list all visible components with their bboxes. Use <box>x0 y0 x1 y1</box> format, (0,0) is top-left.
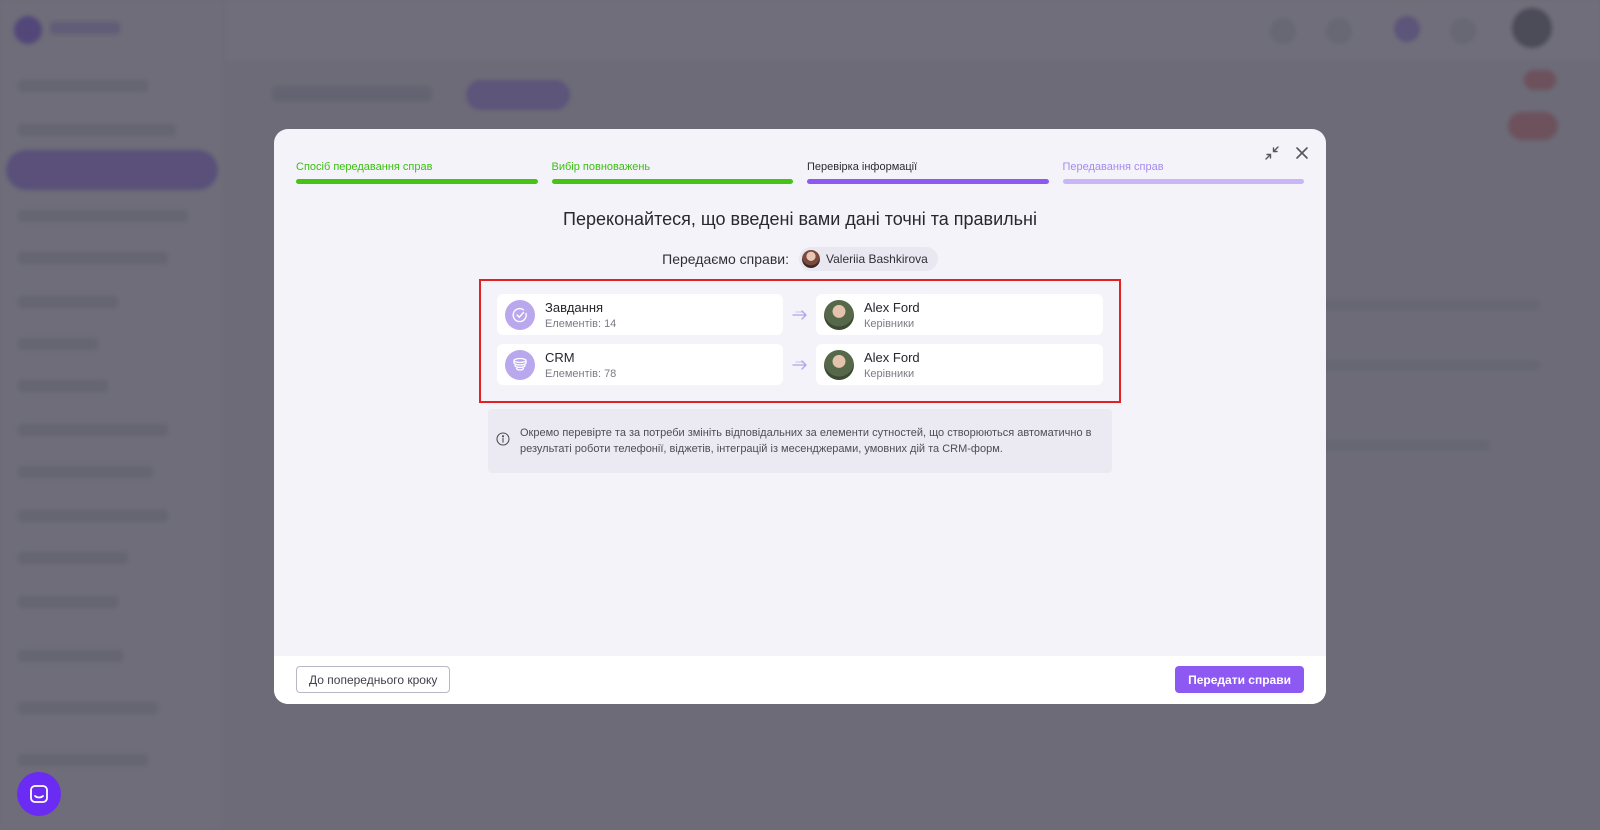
submit-transfer-button[interactable]: Передати справи <box>1175 666 1304 693</box>
transfer-modal: Спосіб передавання справ Вибір повноваже… <box>274 129 1326 704</box>
step-progress-bar <box>807 179 1049 184</box>
chat-widget-button[interactable] <box>17 772 61 816</box>
entity-count: Елементів: 78 <box>545 367 617 380</box>
info-icon <box>496 431 510 451</box>
step-progress-bar <box>551 179 793 184</box>
assignee-card[interactable]: Alex Ford Керівники <box>816 294 1103 335</box>
step-permissions[interactable]: Вибір повноважень <box>551 161 793 184</box>
transfer-source: Передаємо справи: Valeriia Bashkirova <box>274 247 1326 271</box>
avatar <box>824 299 854 330</box>
entity-count: Елементів: 14 <box>545 317 617 330</box>
assignee-card[interactable]: Alex Ford Керівники <box>816 344 1103 385</box>
arrow-right-icon <box>783 308 816 322</box>
step-label: Спосіб передавання справ <box>296 161 433 173</box>
step-progress-bar <box>1062 179 1304 184</box>
progress-stepper: Спосіб передавання справ Вибір повноваже… <box>296 161 1304 184</box>
step-transfer-method[interactable]: Спосіб передавання справ <box>296 161 538 184</box>
step-label: Перевірка інформації <box>807 161 918 173</box>
chat-icon <box>30 785 48 803</box>
mapping-row-crm: CRM Елементів: 78 Alex Ford Керівники <box>497 344 1103 385</box>
entity-card: CRM Елементів: 78 <box>497 344 783 385</box>
transfer-label: Передаємо справи: <box>662 251 789 267</box>
avatar <box>802 250 820 268</box>
step-verification[interactable]: Перевірка інформації <box>807 161 1049 184</box>
assignee-name: Alex Ford <box>864 299 920 315</box>
step-label: Вибір повноважень <box>551 161 651 173</box>
entity-name: Завдання <box>545 299 604 315</box>
task-check-icon <box>505 299 535 330</box>
window-controls <box>1264 145 1310 161</box>
avatar <box>824 349 854 380</box>
arrow-right-icon <box>783 358 816 372</box>
step-transfer[interactable]: Передавання справ <box>1062 161 1304 184</box>
source-user-name: Valeriia Bashkirova <box>826 252 928 266</box>
assignee-role: Керівники <box>864 367 915 380</box>
source-user-chip: Valeriia Bashkirova <box>799 247 938 271</box>
back-button[interactable]: До попереднього кроку <box>296 666 451 693</box>
close-icon[interactable] <box>1294 145 1310 161</box>
entity-card: Завдання Елементів: 14 <box>497 294 783 335</box>
crm-funnel-icon <box>505 349 535 380</box>
step-label: Передавання справ <box>1062 161 1164 173</box>
info-note: Окремо перевірте та за потреби змініть в… <box>488 409 1112 473</box>
mapping-row-tasks: Завдання Елементів: 14 Alex Ford Керівни… <box>497 294 1103 335</box>
assignee-name: Alex Ford <box>864 349 920 365</box>
step-progress-bar <box>296 179 538 184</box>
entity-name: CRM <box>545 349 575 365</box>
info-text: Окремо перевірте та за потреби змініть в… <box>520 427 1092 455</box>
collapse-arrows-icon[interactable] <box>1264 145 1280 161</box>
assignee-role: Керівники <box>864 317 915 330</box>
modal-headline: Переконайтеся, що введені вами дані точн… <box>563 209 1037 229</box>
